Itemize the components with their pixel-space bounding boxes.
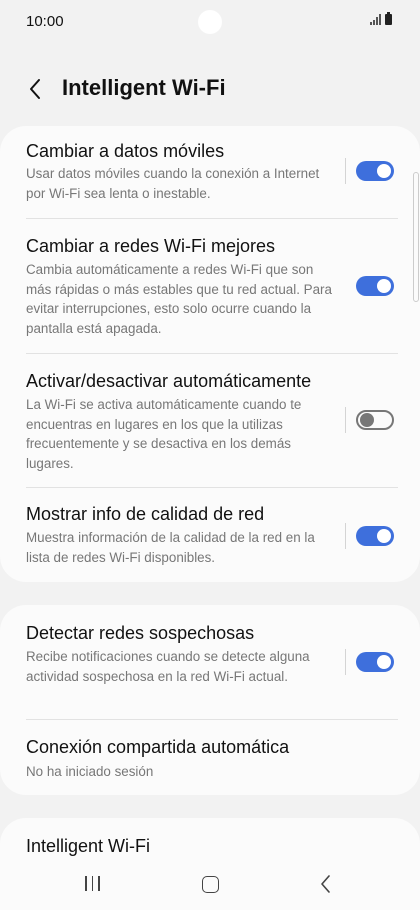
auto-hotspot-row[interactable]: Conexión compartida automática No ha ini…: [0, 720, 420, 795]
scrollbar[interactable]: [413, 172, 419, 302]
separator: [345, 158, 346, 184]
recents-icon[interactable]: [85, 876, 100, 891]
chevron-left-icon: [30, 79, 40, 99]
home-icon[interactable]: [202, 876, 219, 893]
row-title: Conexión compartida automática: [26, 737, 290, 757]
row-description: Muestra información de la calidad de la …: [26, 530, 315, 565]
row-description: La Wi-Fi se activa automáticamente cuand…: [26, 397, 302, 471]
back-icon[interactable]: [320, 874, 332, 899]
auto-toggle-wifi-row[interactable]: Activar/desactivar automáticamente La Wi…: [0, 354, 420, 487]
switch-mobile-data-row[interactable]: Cambiar a datos móviles Usar datos móvil…: [0, 126, 420, 218]
auto-toggle-wifi-toggle[interactable]: [356, 410, 394, 430]
row-title: Mostrar info de calidad de red: [26, 504, 265, 524]
network-quality-row[interactable]: Mostrar info de calidad de red Muestra i…: [0, 488, 420, 582]
row-title: Detectar redes sospechosas: [26, 623, 255, 643]
back-button[interactable]: [18, 72, 52, 106]
row-title: Cambiar a redes Wi-Fi mejores: [26, 236, 276, 256]
chevron-left-icon: [321, 875, 330, 893]
signal-icon: [370, 14, 381, 25]
toggle-knob: [377, 164, 391, 178]
row-title: Activar/desactivar automáticamente: [26, 371, 312, 391]
settings-group-1: Cambiar a datos móviles Usar datos móvil…: [0, 126, 420, 582]
camera-cutout: [198, 10, 222, 34]
detect-suspicious-row[interactable]: Detectar redes sospechosas Recibe notifi…: [0, 605, 420, 719]
switch-mobile-data-toggle[interactable]: [356, 161, 394, 181]
battery-icon: [385, 12, 392, 25]
switch-better-wifi-row[interactable]: Cambiar a redes Wi-Fi mejores Cambia aut…: [0, 219, 420, 353]
row-description: Usar datos móviles cuando la conexión a …: [26, 166, 320, 201]
status-time: 10:00: [26, 13, 64, 30]
navigation-bar: [0, 858, 420, 910]
header: Intelligent Wi-Fi: [0, 64, 420, 112]
row-description: Recibe notificaciones cuando se detecte …: [26, 649, 310, 684]
page-title: Intelligent Wi-Fi: [62, 75, 226, 100]
row-title: Cambiar a datos móviles: [26, 141, 225, 161]
row-description: No ha iniciado sesión: [26, 764, 154, 779]
separator: [345, 523, 346, 549]
toggle-knob: [360, 413, 374, 427]
toggle-knob: [377, 279, 391, 293]
status-bar: 10:00: [0, 0, 420, 44]
toggle-knob: [377, 655, 391, 669]
toggle-knob: [377, 529, 391, 543]
settings-group-2: Detectar redes sospechosas Recibe notifi…: [0, 605, 420, 795]
detect-suspicious-toggle[interactable]: [356, 652, 394, 672]
row-title: Intelligent Wi-Fi: [26, 836, 151, 856]
network-quality-toggle[interactable]: [356, 526, 394, 546]
status-icons: [370, 12, 392, 25]
separator: [345, 407, 346, 433]
switch-better-wifi-toggle[interactable]: [356, 276, 394, 296]
separator: [345, 649, 346, 675]
row-description: Cambia automáticamente a redes Wi-Fi que…: [26, 262, 332, 336]
